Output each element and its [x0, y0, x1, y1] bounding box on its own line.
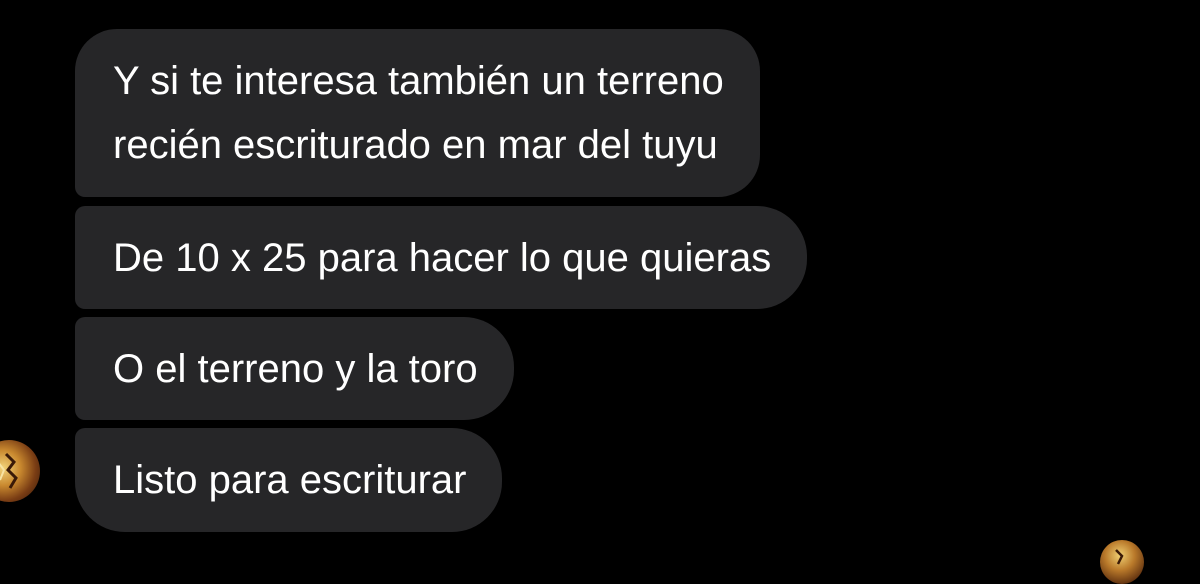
message-thread: Y si te interesa también un terreno reci…: [0, 0, 1200, 584]
message-text: O el terreno y la toro: [113, 347, 478, 391]
message-bubble[interactable]: De 10 x 25 para hacer lo que quieras: [75, 206, 808, 309]
message-bubble[interactable]: O el terreno y la toro: [75, 317, 514, 420]
message-bubble[interactable]: Listo para escriturar: [75, 428, 503, 532]
avatar-image-icon: [1115, 549, 1124, 565]
sender-avatar[interactable]: [0, 440, 40, 502]
read-receipt-avatar: [1100, 540, 1144, 584]
message-text: De 10 x 25 para hacer lo que quieras: [113, 236, 772, 280]
message-text: Listo para escriturar: [113, 458, 467, 502]
avatar-image-icon: [0, 452, 18, 489]
message-text: recién escriturado en mar del tuyu: [113, 123, 718, 167]
message-text: Y si te interesa también un terreno: [113, 59, 724, 103]
message-bubble[interactable]: Y si te interesa también un terreno reci…: [75, 29, 760, 197]
